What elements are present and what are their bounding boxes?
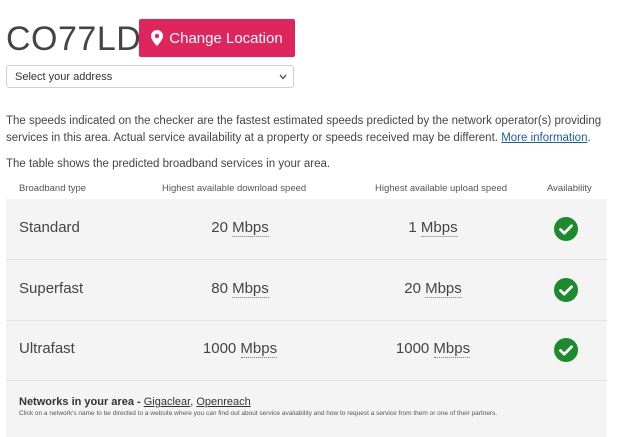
upload-unit[interactable]: Mbps <box>433 340 471 358</box>
upload-unit[interactable]: Mbps <box>425 280 462 298</box>
row-download-speed: 80 Mbps <box>211 280 269 298</box>
address-select[interactable]: Select your address <box>6 65 294 88</box>
networks-separator: - <box>133 396 144 408</box>
upload-value: 1 <box>408 219 417 236</box>
check-circle-icon <box>554 338 578 362</box>
header-availability: Availability <box>547 183 592 194</box>
upload-unit[interactable]: Mbps <box>420 219 458 237</box>
table-row: Ultrafast 1000 Mbps 1000 Mbps <box>6 320 607 381</box>
networks-note: Click on a network's name to be directed… <box>19 410 498 417</box>
header-download-speed: Highest available download speed <box>162 183 307 194</box>
network-link-gigaclear[interactable]: Gigaclear <box>144 396 190 408</box>
network-link-openreach[interactable]: Openreach <box>196 396 250 408</box>
download-unit[interactable]: Mbps <box>232 219 269 237</box>
postcode-title: CO77LD <box>6 20 142 58</box>
header-upload-speed: Highest available upload speed <box>375 183 508 194</box>
download-value: 20 <box>211 219 228 236</box>
broadband-table: Standard 20 Mbps 1 Mbps Superfast 80 Mbp… <box>6 199 607 437</box>
table-row: Superfast 80 Mbps 20 Mbps <box>6 260 607 321</box>
disclaimer-text: The speeds indicated on the checker are … <box>6 113 612 147</box>
upload-value: 20 <box>404 280 421 297</box>
download-unit[interactable]: Mbps <box>232 280 269 298</box>
address-select-value: Select your address <box>15 70 113 83</box>
row-upload-speed: 1 Mbps <box>408 219 458 237</box>
more-information-link[interactable]: More information <box>501 132 587 144</box>
row-type: Superfast <box>19 280 84 297</box>
table-row: Standard 20 Mbps 1 Mbps <box>6 199 607 260</box>
download-value: 1000 <box>202 340 237 357</box>
row-download-speed: 20 Mbps <box>211 219 269 237</box>
disclaimer-suffix: . <box>587 132 591 144</box>
check-circle-icon <box>554 217 578 241</box>
networks-in-area: Networks in your area - Gigaclear, Openr… <box>19 396 251 408</box>
download-unit[interactable]: Mbps <box>240 340 278 358</box>
table-intro: The table shows the predicted broadband … <box>6 158 331 170</box>
check-circle-icon <box>554 278 578 302</box>
row-upload-speed: 20 Mbps <box>404 280 462 298</box>
row-download-speed: 1000 Mbps <box>202 340 278 358</box>
map-pin-icon <box>151 30 164 46</box>
row-type: Ultrafast <box>19 340 75 357</box>
download-value: 80 <box>211 280 228 297</box>
row-upload-speed: 1000 Mbps <box>395 340 471 358</box>
chevron-down-icon <box>279 74 287 79</box>
change-location-label: Change Location <box>169 29 283 47</box>
header-broadband-type: Broadband type <box>19 183 87 194</box>
networks-label: Networks in your area <box>19 396 134 408</box>
change-location-button[interactable]: Change Location <box>139 19 295 57</box>
upload-value: 1000 <box>395 340 430 357</box>
row-type: Standard <box>19 219 80 236</box>
